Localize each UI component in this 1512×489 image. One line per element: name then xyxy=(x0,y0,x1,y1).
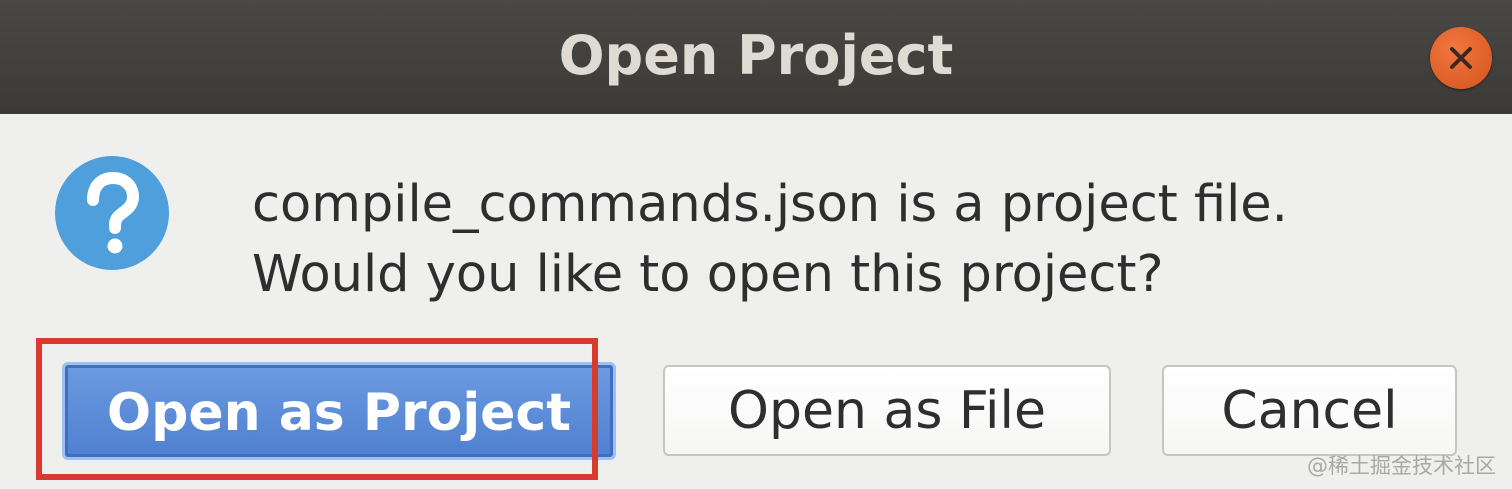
message-line-1: compile_commands.json is a project file. xyxy=(252,175,1288,234)
question-icon xyxy=(55,156,169,270)
title-bar[interactable]: Open Project xyxy=(0,0,1512,114)
cancel-button[interactable]: Cancel xyxy=(1162,365,1457,456)
close-button[interactable] xyxy=(1430,27,1492,89)
close-icon xyxy=(1450,47,1472,69)
dialog-message: compile_commands.json is a project file.… xyxy=(252,170,1288,310)
open-project-dialog: Open Project compile_commands.json is a … xyxy=(0,0,1512,489)
highlight-annotation xyxy=(36,338,598,480)
dialog-title: Open Project xyxy=(558,24,954,87)
open-as-file-button[interactable]: Open as File xyxy=(663,365,1111,456)
watermark: @稀土掘金技术社区 xyxy=(1307,454,1496,478)
message-line-2: Would you like to open this project? xyxy=(252,245,1164,304)
